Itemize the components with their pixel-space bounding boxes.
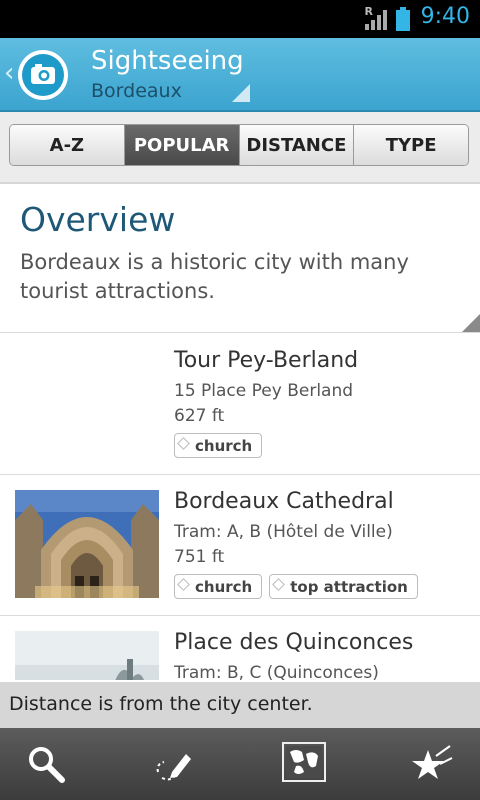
- roaming-indicator: R: [364, 5, 373, 18]
- search-icon[interactable]: [24, 742, 68, 786]
- item-distance: 751 ft: [174, 547, 225, 567]
- item-distance: 627 ft: [174, 406, 225, 426]
- bottom-toolbar: [0, 728, 480, 800]
- sort-tabs: A-Z POPULAR DISTANCE TYPE: [9, 124, 469, 166]
- status-time: 9:40: [420, 4, 470, 29]
- tag-icon: [177, 578, 190, 591]
- city-selector[interactable]: Bordeaux: [91, 80, 182, 102]
- page-title: Sightseeing: [91, 46, 244, 76]
- battery-icon: [396, 7, 410, 31]
- distance-notice: Distance is from the city center.: [0, 682, 480, 728]
- tag-church[interactable]: church: [174, 433, 263, 458]
- list-item-place-des-quinconces[interactable]: Place des Quinconces Tram: B, C (Quincon…: [0, 616, 480, 680]
- tag-label: church: [195, 577, 253, 596]
- notice-text: Distance is from the city center.: [9, 693, 313, 715]
- item-name: Bordeaux Cathedral: [174, 489, 394, 514]
- tag-church[interactable]: church: [174, 574, 263, 599]
- cathedral-thumbnail: [15, 490, 159, 598]
- tag-icon: [272, 578, 286, 591]
- chevron-left-icon[interactable]: ‹: [4, 58, 14, 88]
- tag-icon: [177, 437, 190, 450]
- app-header: ‹ Sightseeing Bordeaux: [0, 38, 480, 112]
- favorites-star-icon[interactable]: [410, 742, 454, 786]
- map-icon[interactable]: [282, 742, 326, 782]
- overview-title: Overview: [20, 200, 176, 239]
- sights-list: Tour Pey-Berland 15 Place Pey Berland 62…: [0, 334, 480, 680]
- quinconces-thumbnail: [15, 631, 159, 680]
- sort-tabs-area: A-Z POPULAR DISTANCE TYPE: [0, 112, 480, 184]
- camera-icon[interactable]: [18, 50, 68, 100]
- tab-popular[interactable]: POPULAR: [124, 125, 240, 165]
- tag-label: top attraction: [290, 577, 408, 596]
- overview-text: Bordeaux is a historic city with many to…: [20, 250, 409, 303]
- item-address: Tram: A, B (Hôtel de Ville): [174, 522, 393, 542]
- overview-section[interactable]: Overview Bordeaux is a historic city wit…: [0, 184, 480, 333]
- dropdown-corner-icon[interactable]: [232, 84, 250, 102]
- item-name: Place des Quinconces: [174, 630, 414, 655]
- tab-type[interactable]: TYPE: [354, 125, 468, 165]
- tag-top-attraction[interactable]: top attraction: [269, 574, 418, 599]
- route-pen-icon[interactable]: [152, 742, 196, 786]
- item-address: 15 Place Pey Berland: [174, 381, 354, 401]
- item-name: Tour Pey-Berland: [174, 348, 359, 373]
- item-address: Tram: B, C (Quinconces): [174, 663, 379, 680]
- tab-distance[interactable]: DISTANCE: [239, 125, 355, 165]
- tab-a-z[interactable]: A-Z: [10, 125, 125, 165]
- list-item-bordeaux-cathedral[interactable]: Bordeaux Cathedral Tram: A, B (Hôtel de …: [0, 475, 480, 616]
- status-bar: R 9:40: [0, 0, 480, 38]
- tag-label: church: [195, 436, 253, 455]
- expand-corner-icon[interactable]: [462, 314, 480, 332]
- list-item-tour-pey-berland[interactable]: Tour Pey-Berland 15 Place Pey Berland 62…: [0, 334, 480, 475]
